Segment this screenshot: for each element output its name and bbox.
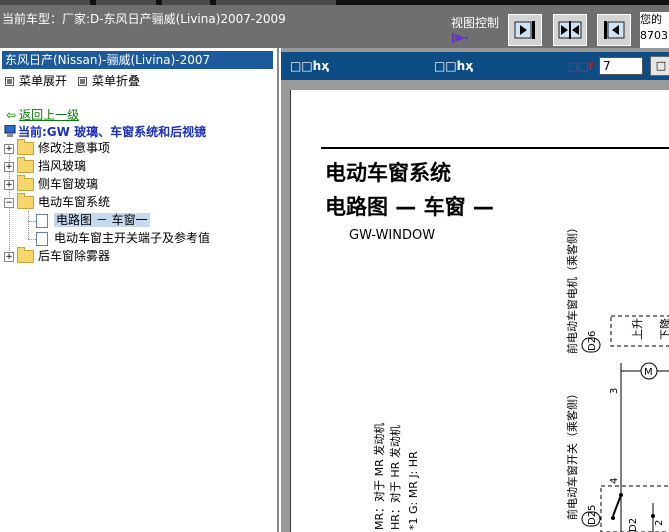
tree-node-power-window-system[interactable]: − 电动车窗系统: [4, 193, 111, 211]
collapse-all-button[interactable]: 菜单折叠: [78, 72, 140, 89]
folder-icon: [17, 157, 34, 173]
motor-m-symbol: M: [644, 367, 653, 378]
connector-d26: D26: [587, 331, 598, 351]
motor-label-text: 前电动车窗电机（乘客侧）: [565, 222, 579, 354]
doc-code: GW-WINDOW: [349, 228, 435, 243]
expand-plus-icon[interactable]: +: [4, 143, 14, 154]
doc-subtitle: 电路图 — 车窗 —: [325, 195, 494, 219]
header-tab-1[interactable]: □□hҳ: [290, 59, 329, 73]
back-link[interactable]: ⇦ 返回上一级: [6, 106, 79, 123]
view-next-page-button[interactable]: [508, 14, 542, 46]
view-control-label: 视图控制: [451, 16, 500, 30]
tree-leaf-wiring-diagram-window[interactable]: 电路图 － 车窗一: [36, 212, 150, 229]
tree-guide: [28, 211, 29, 239]
page-label: □□f: [568, 60, 593, 73]
tree-node-label: 侧车窗玻璃: [38, 177, 99, 191]
motor-label: 前电动车窗电机（乘客侧）: [565, 222, 579, 354]
document-viewer: □□hҳ □□hҳ □□f □ 电动车窗系统 电路图 — 车窗 — GW-WIN…: [281, 48, 669, 532]
document-icon: [36, 213, 48, 228]
document-icon: [36, 231, 48, 246]
expand-plus-icon[interactable]: +: [4, 179, 14, 190]
back-arrow-icon: ⇦: [6, 108, 17, 122]
pin-4-label: 4: [609, 478, 620, 484]
note-mr: MR：对于 MR 发动机: [372, 423, 386, 530]
arrow-right-bar-icon: [514, 21, 535, 39]
connector-d25: D25: [587, 505, 598, 525]
tree-leaf-master-switch-terminals[interactable]: 电动车窗主开关端子及参考值: [36, 230, 210, 247]
pin-3-label: 3: [609, 388, 620, 394]
collapse-square-icon: [78, 77, 87, 86]
down-label: 下降: [658, 318, 669, 340]
bottom-connector-label: D2: [628, 518, 639, 532]
tree-leaf-label: 电动车窗主开关端子及参考值: [54, 231, 211, 245]
switch-label: 前电动车窗开关（乘客侧）: [565, 388, 579, 520]
top-toolbar: 当前车型：厂家:D-东风日产骊威(Livina)2007-2009 视图控制 您…: [0, 0, 669, 48]
account-info: 您的 8703: [640, 12, 669, 48]
tree-node-windshield[interactable]: + 挡风玻璃: [4, 157, 87, 175]
vehicle-title-bar: 东风日产(Nissan)-骊威(Livina)-2007: [2, 51, 273, 69]
collapse-all-label: 菜单折叠: [92, 74, 141, 88]
account-line1: 您的: [640, 13, 662, 26]
expand-plus-icon[interactable]: +: [4, 161, 14, 172]
navigation-panel: 东风日产(Nissan)-骊威(Livina)-2007 菜单展开 菜单折叠 ⇦…: [0, 48, 279, 532]
current-vehicle-label: 当前车型：厂家:D-东风日产骊威(Livina)2007-2009: [2, 12, 286, 26]
expand-plus-icon[interactable]: +: [4, 251, 14, 262]
view-control-icon: [452, 33, 468, 43]
view-prev-page-button[interactable]: [597, 14, 631, 46]
computer-icon: [4, 124, 16, 137]
expand-all-button[interactable]: 菜单展开: [5, 72, 67, 89]
expand-square-icon: [5, 77, 14, 86]
up-label: 上升: [631, 318, 644, 340]
back-link-label: 返回上一级: [19, 108, 80, 122]
tree-node-side-window-glass[interactable]: + 侧车窗玻璃: [4, 175, 99, 193]
note-footnote: *1 G: MR J: HR: [407, 451, 420, 530]
tree-leaf-label: 电路图 － 车窗一: [54, 213, 150, 227]
folder-icon: [17, 247, 34, 263]
engine-notes: MR：对于 MR 发动机 HR：对于 HR 发动机 *1 G: MR J: HR: [372, 423, 420, 530]
folder-icon: [17, 139, 34, 155]
folder-icon: [17, 175, 34, 191]
doc-title: 电动车窗系统: [325, 161, 451, 185]
view-fit-width-button[interactable]: [553, 14, 587, 46]
folder-open-icon: [17, 193, 34, 209]
switch-label-text: 前电动车窗开关（乘客侧）: [565, 388, 579, 520]
go-page-button[interactable]: □: [650, 56, 669, 76]
tree-node-label: 电动车窗系统: [38, 195, 111, 209]
current-section-label: 当前:GW 玻璃、车窗系统和后视镜: [18, 125, 207, 139]
account-line2: 8703: [640, 29, 668, 42]
note-hr: HR：对于 HR 发动机: [388, 425, 402, 530]
tree-node-label: 后车窗除雾器: [38, 249, 111, 263]
page-number-input[interactable]: [599, 57, 643, 75]
tree-node-label: 修改注意事项: [38, 141, 111, 155]
tree-node-modification-notes[interactable]: + 修改注意事项: [4, 139, 111, 157]
tree-node-rear-defogger[interactable]: + 后车窗除雾器: [4, 247, 111, 265]
pin-2-label: 2: [654, 520, 665, 526]
current-section: 当前:GW 玻璃、车窗系统和后视镜: [4, 123, 206, 140]
document-header: □□hҳ □□hҳ □□f □: [281, 52, 669, 80]
header-tab-2[interactable]: □□hҳ: [434, 59, 473, 73]
wiring-diagram: 电动车窗系统 电路图 — 车窗 — GW-WINDOW MR：对于 MR 发动机…: [321, 147, 669, 532]
document-page: 电动车窗系统 电路图 — 车窗 — GW-WINDOW MR：对于 MR 发动机…: [290, 90, 669, 532]
expand-all-label: 菜单展开: [19, 74, 68, 88]
collapse-minus-icon[interactable]: −: [4, 197, 14, 208]
tree-node-label: 挡风玻璃: [38, 159, 87, 173]
fit-width-icon: [558, 21, 582, 39]
window-strip: [0, 0, 669, 5]
arrow-left-bar-icon: [604, 21, 625, 39]
